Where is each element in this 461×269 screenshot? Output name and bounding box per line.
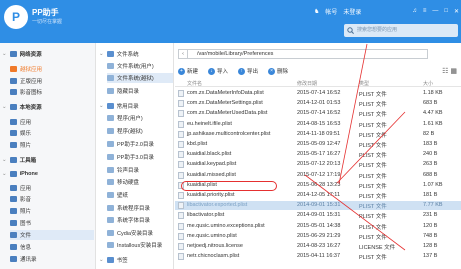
- arrow-line: [304, 174, 406, 251]
- arrow-line: [336, 111, 406, 184]
- highlight-annotation: [181, 181, 277, 191]
- annotation-arrows: [304, 43, 406, 251]
- arrow-line: [338, 43, 368, 185]
